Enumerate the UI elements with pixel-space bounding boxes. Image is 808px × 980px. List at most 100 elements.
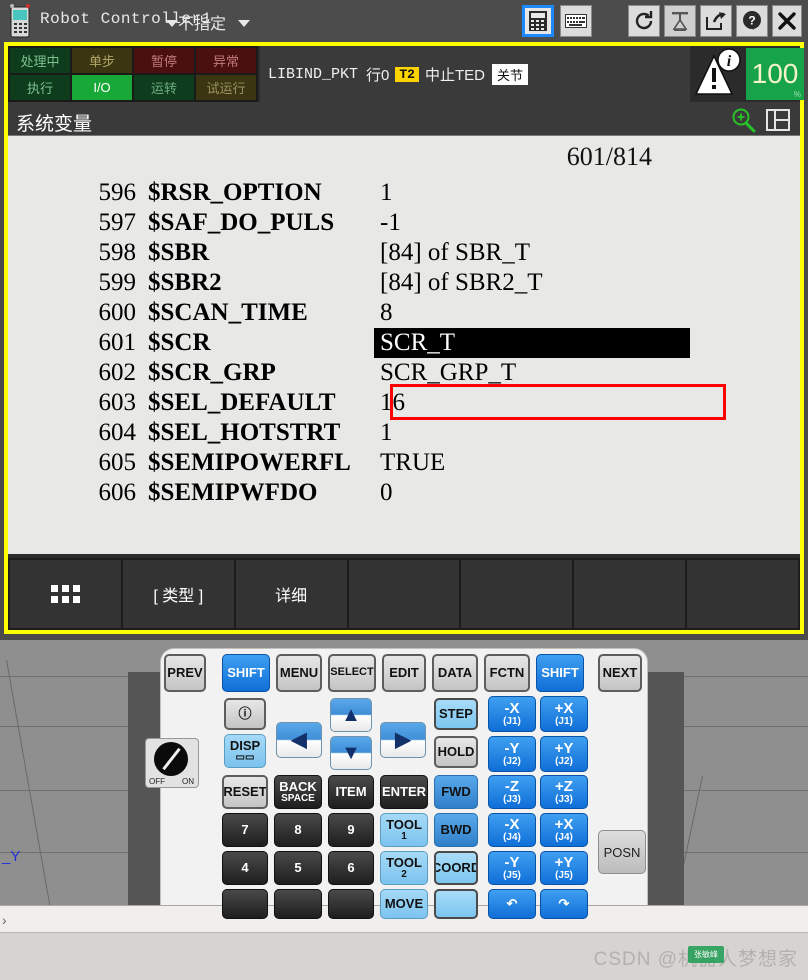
key-label: ◀	[291, 728, 307, 751]
chevron-right-icon[interactable]: ›	[2, 912, 7, 928]
close-button[interactable]	[772, 5, 802, 37]
function-key-2[interactable]: [ 类型 ]	[122, 560, 234, 628]
key-+y-J5[interactable]: +Y (J5)	[540, 851, 588, 885]
external-link-icon	[706, 12, 726, 30]
variable-row[interactable]: 605 $SEMIPOWERFL TRUE	[8, 448, 800, 478]
key-label: +Y	[554, 853, 574, 871]
key-[interactable]: ⓘ	[224, 698, 266, 730]
key-label: 5	[294, 860, 302, 876]
deadman-switch[interactable]: OFF ON	[145, 738, 199, 788]
key-blank[interactable]	[274, 889, 322, 919]
key-fctn[interactable]: FCTN	[484, 654, 530, 692]
key-bwd[interactable]: BWD	[434, 813, 478, 847]
function-key-label: [ 类型 ]	[153, 588, 204, 605]
function-key-5[interactable]	[461, 560, 573, 628]
function-key-6[interactable]	[574, 560, 686, 628]
key--y-J2[interactable]: -Y (J2)	[488, 736, 536, 772]
key-hold[interactable]: HOLD	[434, 736, 478, 768]
variable-index: 596	[98, 179, 137, 206]
variable-row[interactable]: 599 $SBR2 [84] of SBR2_T	[8, 268, 800, 298]
key-disp-[interactable]: DISP ▭▭	[224, 734, 266, 768]
status-line: LIBIND_PKT 行0 T2 中止TED 关节	[260, 46, 690, 102]
key-[interactable]: ▶	[380, 722, 426, 758]
key-blank[interactable]	[222, 889, 268, 919]
key-select[interactable]: SELECT	[328, 654, 376, 692]
key--x-J4[interactable]: -X (J4)	[488, 813, 536, 847]
key-+y-J2[interactable]: +Y (J2)	[540, 736, 588, 772]
alarm-warning-icon[interactable]: i	[692, 48, 744, 100]
external-link-button[interactable]	[700, 5, 732, 37]
key-4[interactable]: 4	[222, 851, 268, 885]
key-blank[interactable]	[434, 889, 478, 919]
function-key-4[interactable]	[348, 560, 460, 628]
posn-button[interactable]: POSN	[598, 830, 646, 874]
speed-override-badge[interactable]: 100 %	[746, 48, 804, 100]
key-shift[interactable]: SHIFT	[536, 654, 584, 692]
function-key-1[interactable]	[10, 560, 121, 628]
zoom-in-icon[interactable]	[730, 107, 756, 133]
key-coord[interactable]: COORD	[434, 851, 478, 885]
variable-row[interactable]: 598 $SBR [84] of SBR_T	[8, 238, 800, 268]
key-next[interactable]: NEXT	[598, 654, 642, 692]
key-step[interactable]: STEP	[434, 698, 478, 730]
key-[interactable]: ↷	[540, 889, 588, 919]
key-tool-1[interactable]: TOOL 1	[380, 813, 428, 847]
variable-row[interactable]: 606 $SEMIPWFDO 0	[8, 478, 800, 508]
key-data[interactable]: DATA	[432, 654, 478, 692]
key-blank[interactable]	[328, 889, 374, 919]
variable-index: 603	[98, 389, 137, 416]
key-back-SPACE[interactable]: BACK SPACE	[274, 775, 322, 809]
key-fwd[interactable]: FWD	[434, 775, 478, 809]
mode-selector-label[interactable]: 不指定	[178, 10, 226, 34]
key-edit[interactable]: EDIT	[382, 654, 426, 692]
key-9[interactable]: 9	[328, 813, 374, 847]
teach-pendant-view-button[interactable]	[522, 5, 554, 37]
key--y-J5[interactable]: -Y (J5)	[488, 851, 536, 885]
key-move[interactable]: MOVE	[380, 889, 428, 919]
key-5[interactable]: 5	[274, 851, 322, 885]
svg-text:i: i	[727, 53, 732, 70]
variable-value: [84] of SBR_T	[380, 239, 530, 266]
variable-row[interactable]: 600 $SCAN_TIME 8	[8, 298, 800, 328]
key-menu[interactable]: MENU	[276, 654, 322, 692]
key-label: 9	[347, 822, 355, 838]
chevron-down-icon[interactable]	[166, 20, 178, 27]
key--z-J3[interactable]: -Z (J3)	[488, 775, 536, 809]
key-[interactable]: ▲	[330, 698, 372, 732]
key-8[interactable]: 8	[274, 813, 322, 847]
chevron-down-icon[interactable]	[238, 20, 250, 27]
system-variable-list[interactable]: 601/814 596 $RSR_OPTION 1 597 $SAF_DO_PULS -1…	[8, 136, 800, 554]
keyboard-button[interactable]	[560, 5, 592, 37]
key-tool-2[interactable]: TOOL 2	[380, 851, 428, 885]
status-led-6: 运转	[134, 75, 194, 100]
split-view-icon[interactable]	[766, 109, 790, 131]
variable-row[interactable]: 602 $SCR_GRP SCR_GRP_T	[8, 358, 800, 388]
variable-row[interactable]: 597 $SAF_DO_PULS -1	[8, 208, 800, 238]
key-enter[interactable]: ENTER	[380, 775, 428, 809]
variable-index: 605	[98, 449, 137, 476]
key-7[interactable]: 7	[222, 813, 268, 847]
key-[interactable]: ▼	[330, 736, 372, 770]
key-sublabel: (J4)	[503, 831, 521, 843]
variable-row[interactable]: 601 $SCR SCR_T	[8, 328, 800, 358]
key-shift[interactable]: SHIFT	[222, 654, 270, 692]
help-button[interactable]: ?	[736, 5, 768, 37]
key-+x-J1[interactable]: +X (J1)	[540, 696, 588, 732]
key-[interactable]: ◀	[276, 722, 322, 758]
key-+x-J4[interactable]: +X (J4)	[540, 813, 588, 847]
key-prev[interactable]: PREV	[164, 654, 206, 692]
key-reset[interactable]: RESET	[222, 775, 268, 809]
variable-row[interactable]: 596 $RSR_OPTION 1	[8, 178, 800, 208]
function-key-7[interactable]	[687, 560, 799, 628]
key-item[interactable]: ITEM	[328, 775, 374, 809]
variable-row[interactable]: 603 $SEL_DEFAULT 16	[8, 388, 800, 418]
key-label: 4	[241, 860, 249, 876]
key-6[interactable]: 6	[328, 851, 374, 885]
refresh-button[interactable]	[628, 5, 660, 37]
function-key-3[interactable]: 详细	[235, 560, 347, 628]
robot-button[interactable]	[664, 5, 696, 37]
key--x-J1[interactable]: -X (J1)	[488, 696, 536, 732]
key-+z-J3[interactable]: +Z (J3)	[540, 775, 588, 809]
variable-row[interactable]: 604 $SEL_HOTSTRT 1	[8, 418, 800, 448]
key-[interactable]: ↶	[488, 889, 536, 919]
